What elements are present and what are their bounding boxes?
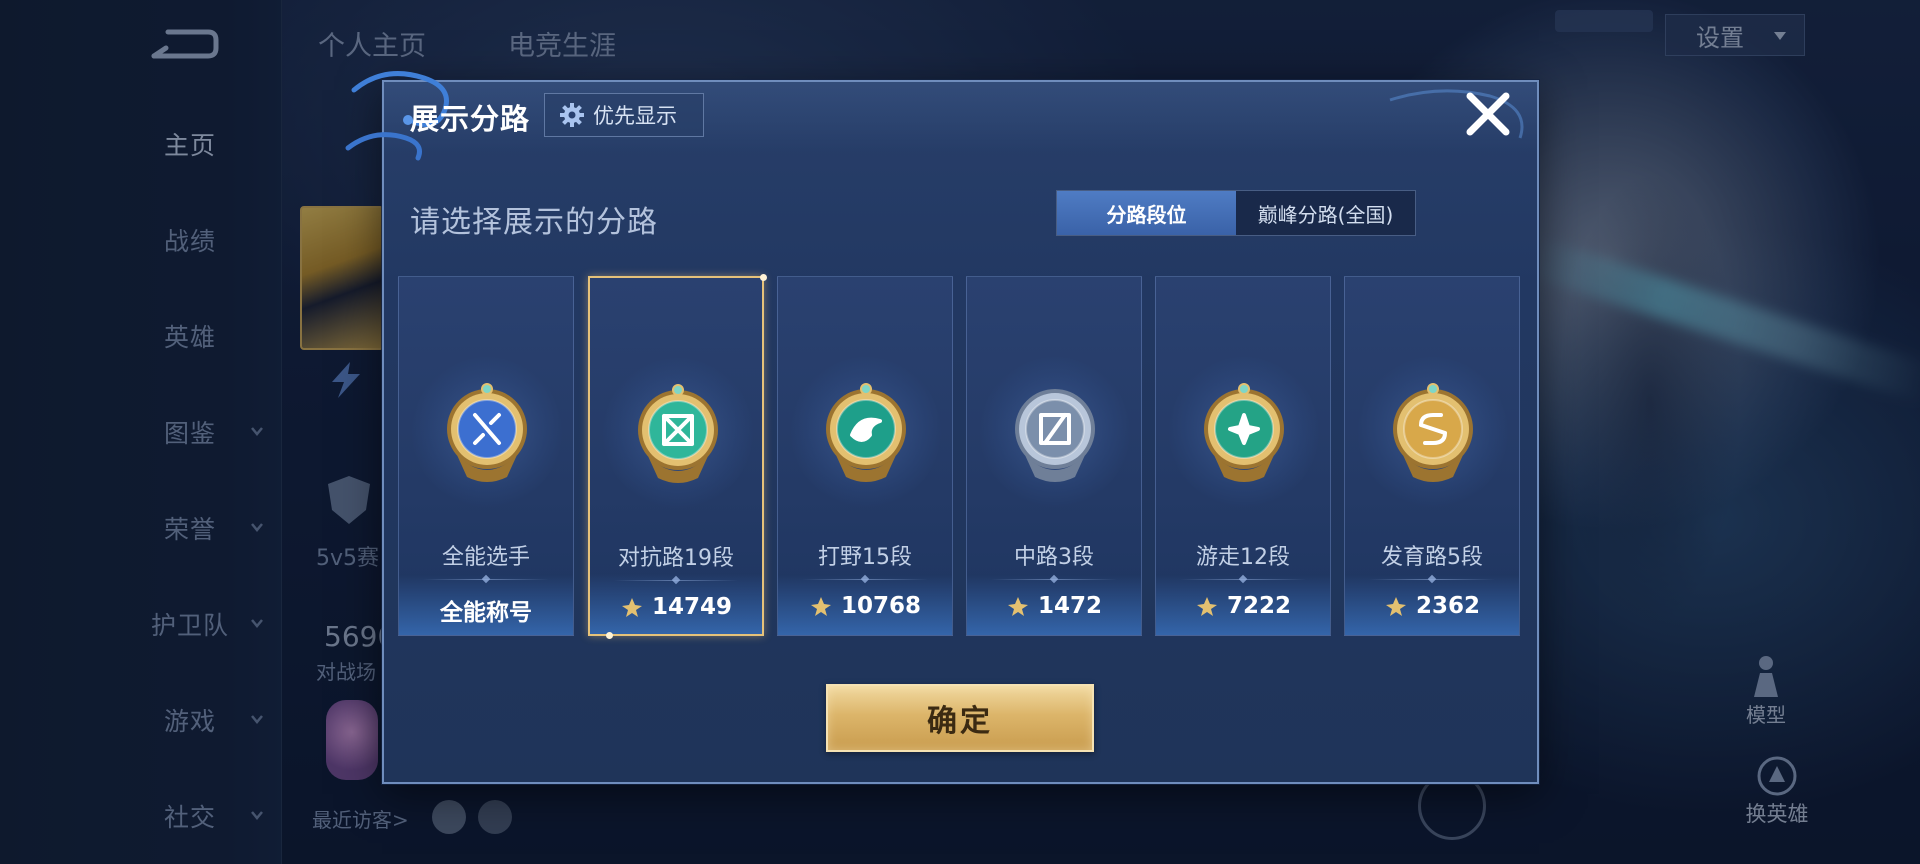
lane-score-value: 1472	[1037, 593, 1102, 619]
lane-card[interactable]: 游走12段 7222	[1155, 276, 1331, 636]
tab-lane-rank[interactable]: 分路段位	[1057, 191, 1236, 235]
lane-score-value: 10768	[840, 593, 922, 619]
lane-score: 全能称号	[399, 593, 573, 627]
dialog-subtitle: 请选择展示的分路	[410, 205, 658, 240]
tab-peak-lane-national[interactable]: 巅峰分路(全国)	[1236, 191, 1415, 235]
lane-rank-label: 打野15段	[818, 545, 912, 570]
proficiency-points-icon	[810, 597, 831, 616]
clash-lane-emblem-icon	[638, 384, 718, 483]
gear-icon	[560, 103, 584, 127]
lane-score: 2362	[1345, 593, 1519, 619]
proficiency-points-icon	[1196, 597, 1217, 616]
lane-card[interactable]: 全能选手 全能称号	[398, 276, 574, 636]
lane-score-value: 2362	[1415, 593, 1480, 619]
divider	[614, 580, 738, 581]
lane-score-value: 7222	[1226, 593, 1291, 619]
allround-emblem-icon	[447, 383, 527, 482]
lane-card[interactable]: 发育路5段 2362	[1344, 276, 1520, 636]
divider	[991, 579, 1117, 580]
corner-cloud-decoration	[1389, 89, 1524, 139]
mid-lane-emblem-icon	[1015, 389, 1095, 482]
confirm-button[interactable]: 确定	[826, 684, 1094, 752]
divider	[1180, 579, 1306, 580]
proficiency-points-icon	[1007, 597, 1028, 616]
divider	[423, 579, 549, 580]
proficiency-points-icon	[621, 598, 642, 617]
lane-card[interactable]: 中路3段 1472	[966, 276, 1142, 636]
lane-mode-tabs: 分路段位 巅峰分路(全国)	[1056, 190, 1416, 236]
priority-display-button[interactable]: 优先显示	[544, 93, 704, 137]
lane-rank-label: 游走12段	[1196, 545, 1290, 570]
priority-display-label: 优先显示	[593, 104, 677, 128]
selection-corner-dot	[760, 274, 767, 281]
lane-rank-label: 对抗路19段	[618, 546, 734, 571]
lane-card[interactable]: 打野15段 10768	[777, 276, 953, 636]
farm-lane-emblem-icon	[1393, 383, 1473, 482]
proficiency-points-icon	[1385, 597, 1406, 616]
lane-score: 7222	[1156, 593, 1330, 619]
selection-corner-dot	[606, 632, 613, 639]
lane-card[interactable]: 对抗路19段 14749	[588, 276, 764, 636]
jungle-emblem-icon	[826, 383, 906, 482]
lane-score-value: 全能称号	[440, 600, 532, 626]
divider	[802, 579, 928, 580]
lane-rank-label: 发育路5段	[1381, 545, 1483, 570]
dialog-title: 展示分路	[410, 102, 531, 136]
lane-score-value: 14749	[651, 594, 733, 620]
lane-score: 1472	[967, 593, 1141, 619]
lane-score: 14749	[590, 594, 762, 620]
roam-emblem-icon	[1204, 383, 1284, 482]
lane-rank-label: 全能选手	[441, 545, 530, 570]
close-icon[interactable]	[1462, 88, 1514, 140]
lane-rank-label: 中路3段	[1014, 545, 1094, 570]
lane-score: 10768	[778, 593, 952, 619]
divider	[1369, 579, 1495, 580]
